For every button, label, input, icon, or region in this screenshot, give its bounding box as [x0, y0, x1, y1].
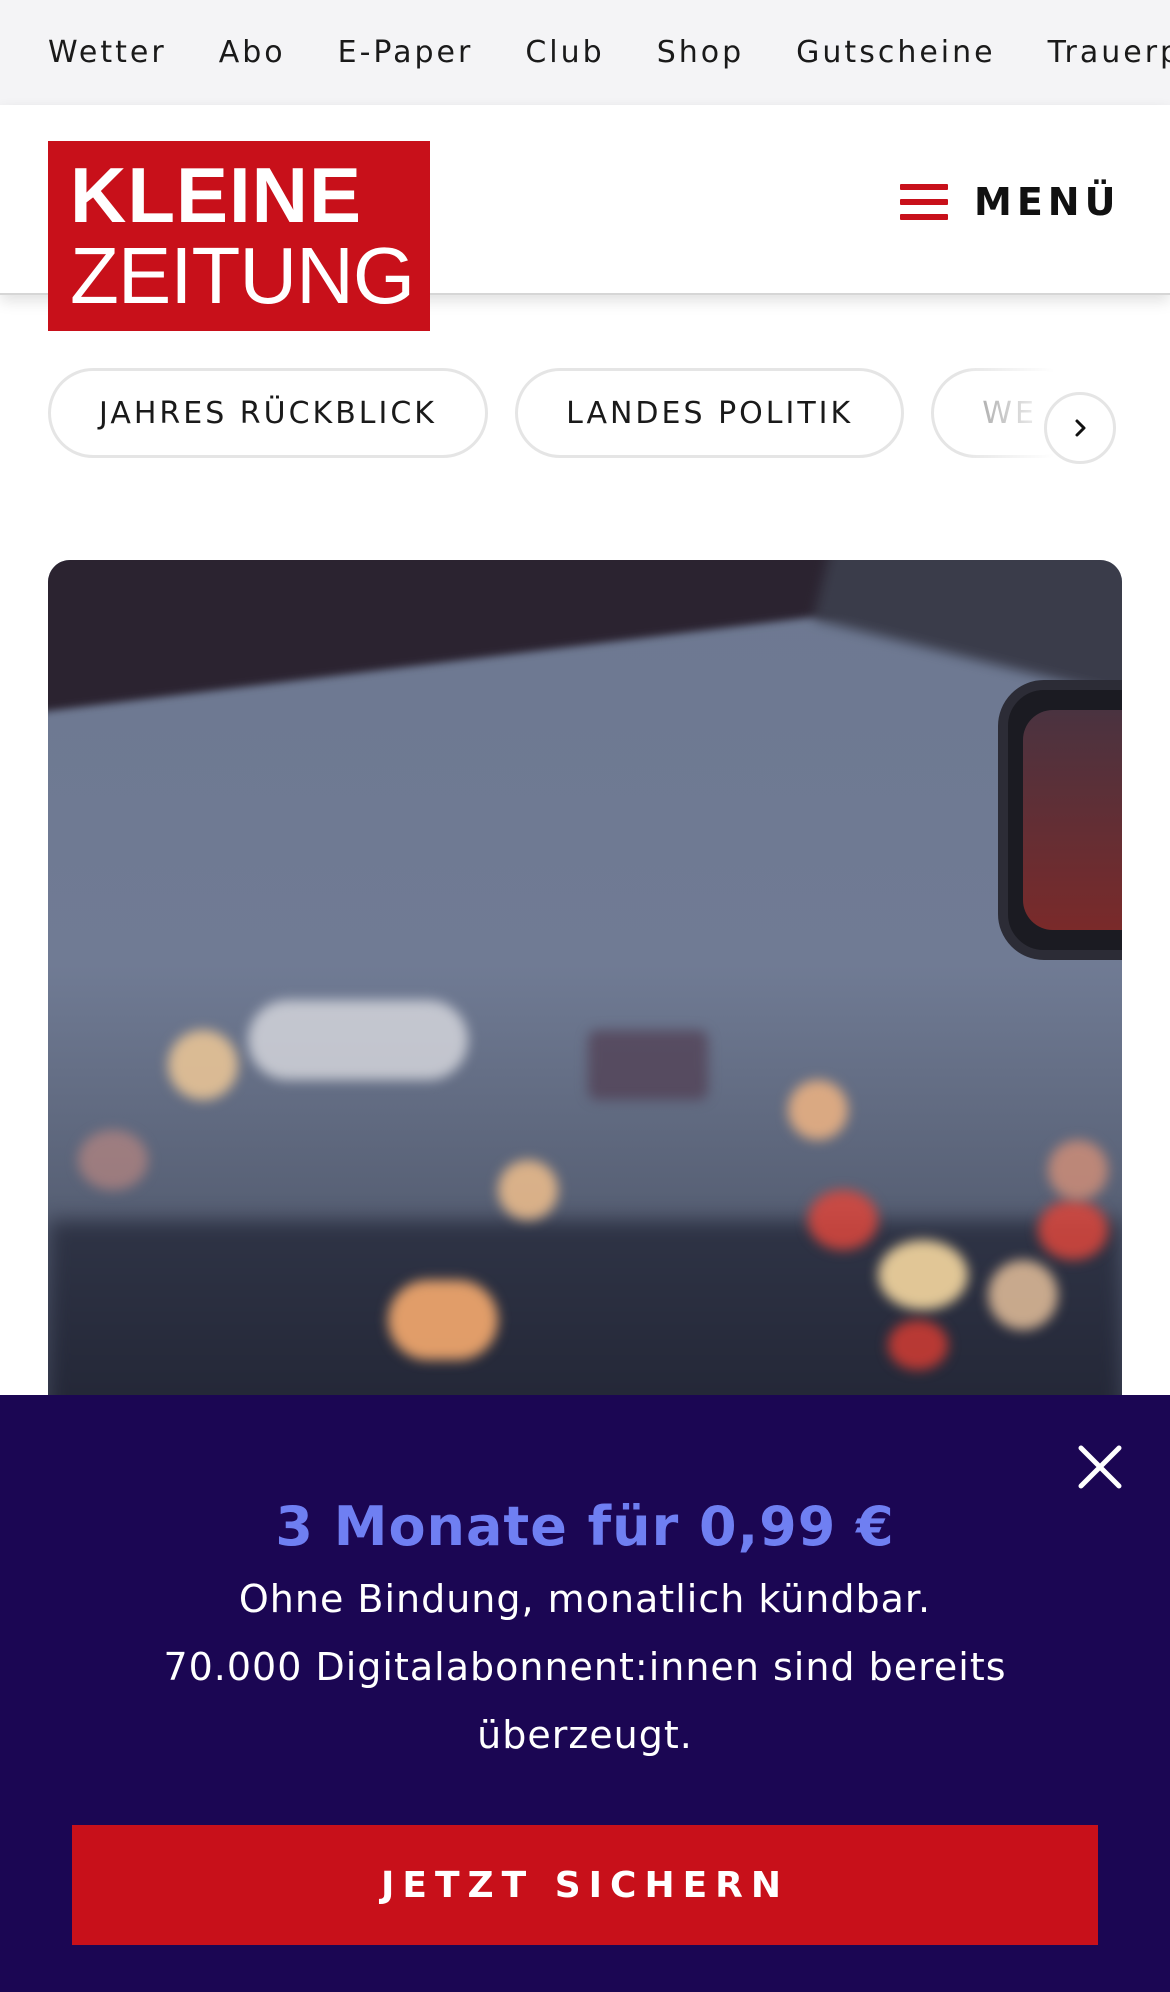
site-logo[interactable]: KLEINE ZEITUNG [48, 141, 430, 331]
chips-next-button[interactable] [1044, 392, 1116, 464]
subscription-offer-overlay: 3 Monate für 0,99 € Ohne Bindung, monatl… [0, 1395, 1170, 1992]
top-utility-bar: Wetter Abo E-Paper Club Shop Gutscheine … [0, 0, 1170, 105]
chip-jahresrueckblick[interactable]: JAHRES RÜCKBLICK [48, 368, 488, 458]
topnav-link-epaper[interactable]: E-Paper [338, 35, 474, 70]
topnav-link-gutscheine[interactable]: Gutscheine [796, 35, 995, 70]
offer-title: 3 Monate für 0,99 € [275, 1495, 895, 1558]
chevron-right-icon [1075, 419, 1086, 437]
menu-label: MENÜ [974, 180, 1121, 224]
offer-line-3: überzeugt. [477, 1713, 693, 1757]
offer-line-1: Ohne Bindung, monatlich kündbar. [238, 1577, 932, 1621]
site-header: KLEINE ZEITUNG MENÜ [0, 105, 1170, 331]
topnav-link-trauerportal[interactable]: Trauerp [1048, 35, 1170, 70]
topnav-link-wetter[interactable]: Wetter [48, 35, 167, 70]
close-icon [1078, 1445, 1122, 1489]
hamburger-icon [900, 184, 948, 220]
topnav-link-shop[interactable]: Shop [657, 35, 744, 70]
logo-text-zeitung: ZEITUNG [70, 231, 415, 320]
offer-line-2: 70.000 Digitalabonnent:innen sind bereit… [163, 1645, 1007, 1689]
topnav-link-club[interactable]: Club [525, 35, 604, 70]
chip-landespolitik[interactable]: LANDES POLITIK [515, 368, 905, 458]
logo-text-kleine: KLEINE [70, 151, 363, 239]
top-utility-links: Wetter Abo E-Paper Club Shop Gutscheine … [48, 0, 1170, 105]
close-offer-button[interactable] [1068, 1435, 1132, 1499]
menu-button[interactable]: MENÜ [900, 165, 1120, 239]
topnav-link-abo[interactable]: Abo [219, 35, 286, 70]
subscribe-cta-button[interactable]: JETZT SICHERN [72, 1825, 1098, 1945]
hero-image[interactable] [48, 560, 1122, 1460]
